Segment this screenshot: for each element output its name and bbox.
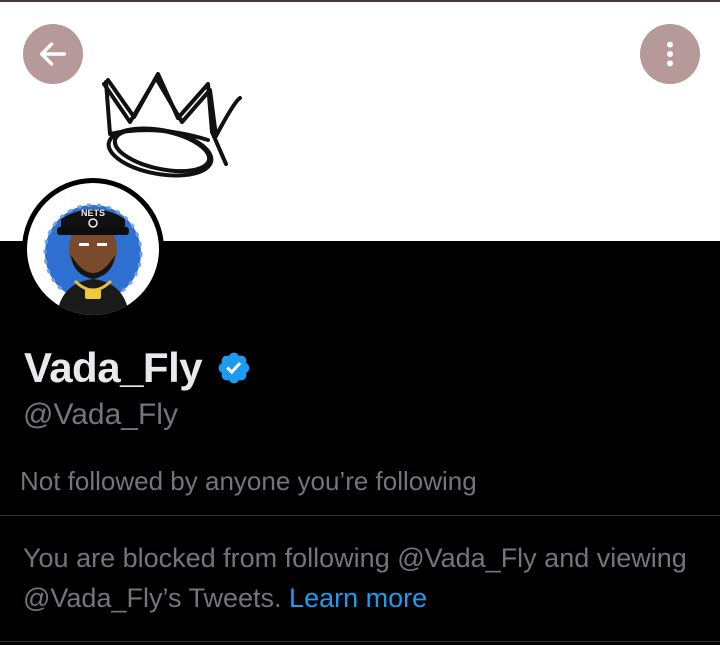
avatar[interactable]: NETS <box>22 178 164 320</box>
divider <box>0 515 720 516</box>
back-button[interactable] <box>23 24 83 84</box>
profile-page: NETS Vada_Fly @Vada_Fly Not followed by … <box>0 0 720 645</box>
followed-by-text: Not followed by anyone you’re following <box>20 466 477 496</box>
display-name-row: Vada_Fly <box>24 340 252 396</box>
more-vertical-icon <box>667 41 673 67</box>
crown-icon <box>102 72 242 178</box>
handle: @Vada_Fly <box>23 398 178 431</box>
bottom-divider <box>0 641 720 642</box>
avatar-image: NETS <box>27 183 159 315</box>
avatar-cap-text: NETS <box>81 208 105 218</box>
arrow-left-icon <box>39 42 67 66</box>
learn-more-link[interactable]: Learn more <box>289 583 427 613</box>
display-name: Vada_Fly <box>24 344 203 391</box>
verified-badge-icon[interactable] <box>216 350 252 386</box>
more-options-button[interactable] <box>640 24 700 84</box>
blocked-message: You are blocked from following @Vada_Fly… <box>23 538 703 618</box>
